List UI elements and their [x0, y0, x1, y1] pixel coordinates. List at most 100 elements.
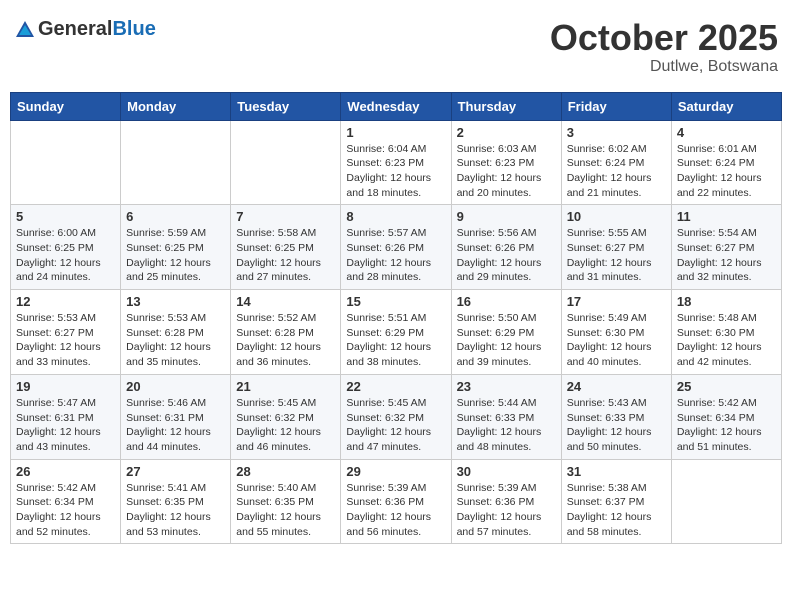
calendar-cell: 28 Sunrise: 5:40 AMSunset: 6:35 PMDayligh…: [231, 459, 341, 544]
day-number: 27: [126, 464, 225, 479]
calendar-cell: 14 Sunrise: 5:52 AMSunset: 6:28 PMDayligh…: [231, 290, 341, 375]
calendar-cell: 2 Sunrise: 6:03 AMSunset: 6:23 PMDaylight…: [451, 120, 561, 205]
calendar-cell: 1Sunrise: 6:04 AMSunset: 6:23 PMDaylight…: [341, 120, 451, 205]
day-info: Sunrise: 5:41 AMSunset: 6:35 PMDaylight:…: [126, 481, 225, 540]
calendar-cell: 25 Sunrise: 5:42 AMSunset: 6:34 PMDayligh…: [671, 374, 781, 459]
calendar-cell: 6 Sunrise: 5:59 AMSunset: 6:25 PMDaylight…: [121, 205, 231, 290]
calendar-cell: 3 Sunrise: 6:02 AMSunset: 6:24 PMDaylight…: [561, 120, 671, 205]
day-number: 21: [236, 379, 335, 394]
calendar-cell: 30 Sunrise: 5:39 AMSunset: 6:36 PMDayligh…: [451, 459, 561, 544]
day-info: Sunrise: 5:58 AMSunset: 6:25 PMDaylight:…: [236, 226, 335, 285]
day-number: 14: [236, 294, 335, 309]
day-info: Sunrise: 6:03 AMSunset: 6:23 PMDaylight:…: [457, 142, 556, 201]
day-info: Sunrise: 5:47 AMSunset: 6:31 PMDaylight:…: [16, 396, 115, 455]
day-number: 16: [457, 294, 556, 309]
calendar-cell: 19Sunrise: 5:47 AMSunset: 6:31 PMDayligh…: [11, 374, 121, 459]
day-number: 23: [457, 379, 556, 394]
day-info: Sunrise: 5:40 AMSunset: 6:35 PMDaylight:…: [236, 481, 335, 540]
page-header: GeneralBlue October 2025 Dutlwe, Botswan…: [10, 10, 782, 84]
weekday-header-tuesday: Tuesday: [231, 92, 341, 120]
calendar-cell: 13 Sunrise: 5:53 AMSunset: 6:28 PMDayligh…: [121, 290, 231, 375]
calendar-cell: 22 Sunrise: 5:45 AMSunset: 6:32 PMDayligh…: [341, 374, 451, 459]
day-number: 12: [16, 294, 115, 309]
calendar-cell: [671, 459, 781, 544]
logo-blue-text: Blue: [112, 18, 155, 41]
day-number: 18: [677, 294, 776, 309]
day-number: 2: [457, 125, 556, 140]
day-info: Sunrise: 6:02 AMSunset: 6:24 PMDaylight:…: [567, 142, 666, 201]
calendar-cell: [231, 120, 341, 205]
calendar-cell: 20 Sunrise: 5:46 AMSunset: 6:31 PMDayligh…: [121, 374, 231, 459]
calendar-cell: 11 Sunrise: 5:54 AMSunset: 6:27 PMDayligh…: [671, 205, 781, 290]
calendar-cell: [11, 120, 121, 205]
weekday-header-saturday: Saturday: [671, 92, 781, 120]
day-number: 24: [567, 379, 666, 394]
day-number: 30: [457, 464, 556, 479]
day-info: Sunrise: 5:49 AMSunset: 6:30 PMDaylight:…: [567, 311, 666, 370]
calendar-cell: 26Sunrise: 5:42 AMSunset: 6:34 PMDayligh…: [11, 459, 121, 544]
day-info: Sunrise: 5:39 AMSunset: 6:36 PMDaylight:…: [457, 481, 556, 540]
calendar-cell: 5Sunrise: 6:00 AMSunset: 6:25 PMDaylight…: [11, 205, 121, 290]
calendar-cell: 31 Sunrise: 5:38 AMSunset: 6:37 PMDayligh…: [561, 459, 671, 544]
calendar-cell: 29 Sunrise: 5:39 AMSunset: 6:36 PMDayligh…: [341, 459, 451, 544]
day-info: Sunrise: 5:50 AMSunset: 6:29 PMDaylight:…: [457, 311, 556, 370]
day-number: 17: [567, 294, 666, 309]
day-info: Sunrise: 5:57 AMSunset: 6:26 PMDaylight:…: [346, 226, 445, 285]
calendar-cell: 24Sunrise: 5:43 AMSunset: 6:33 PMDayligh…: [561, 374, 671, 459]
calendar-week-row: 19Sunrise: 5:47 AMSunset: 6:31 PMDayligh…: [11, 374, 782, 459]
calendar-cell: 21Sunrise: 5:45 AMSunset: 6:32 PMDayligh…: [231, 374, 341, 459]
weekday-header-row: SundayMondayTuesdayWednesdayThursdayFrid…: [11, 92, 782, 120]
day-number: 6: [126, 209, 225, 224]
calendar-table: SundayMondayTuesdayWednesdayThursdayFrid…: [10, 92, 782, 545]
calendar-cell: 7Sunrise: 5:58 AMSunset: 6:25 PMDaylight…: [231, 205, 341, 290]
calendar-cell: [121, 120, 231, 205]
day-number: 5: [16, 209, 115, 224]
day-info: Sunrise: 5:53 AMSunset: 6:27 PMDaylight:…: [16, 311, 115, 370]
logo: GeneralBlue: [14, 18, 156, 41]
weekday-header-wednesday: Wednesday: [341, 92, 451, 120]
day-number: 3: [567, 125, 666, 140]
day-number: 10: [567, 209, 666, 224]
day-info: Sunrise: 5:51 AMSunset: 6:29 PMDaylight:…: [346, 311, 445, 370]
calendar-cell: 8 Sunrise: 5:57 AMSunset: 6:26 PMDaylight…: [341, 205, 451, 290]
calendar-week-row: 26Sunrise: 5:42 AMSunset: 6:34 PMDayligh…: [11, 459, 782, 544]
weekday-header-friday: Friday: [561, 92, 671, 120]
calendar-week-row: 1Sunrise: 6:04 AMSunset: 6:23 PMDaylight…: [11, 120, 782, 205]
day-number: 28: [236, 464, 335, 479]
calendar-cell: 10 Sunrise: 5:55 AMSunset: 6:27 PMDayligh…: [561, 205, 671, 290]
day-info: Sunrise: 5:44 AMSunset: 6:33 PMDaylight:…: [457, 396, 556, 455]
title-block: October 2025 Dutlwe, Botswana: [550, 18, 778, 76]
day-info: Sunrise: 5:53 AMSunset: 6:28 PMDaylight:…: [126, 311, 225, 370]
day-number: 25: [677, 379, 776, 394]
day-info: Sunrise: 5:39 AMSunset: 6:36 PMDaylight:…: [346, 481, 445, 540]
day-number: 11: [677, 209, 776, 224]
day-info: Sunrise: 5:52 AMSunset: 6:28 PMDaylight:…: [236, 311, 335, 370]
day-info: Sunrise: 5:46 AMSunset: 6:31 PMDaylight:…: [126, 396, 225, 455]
calendar-cell: 12 Sunrise: 5:53 AMSunset: 6:27 PMDayligh…: [11, 290, 121, 375]
day-number: 26: [16, 464, 115, 479]
weekday-header-monday: Monday: [121, 92, 231, 120]
day-number: 13: [126, 294, 225, 309]
day-info: Sunrise: 5:38 AMSunset: 6:37 PMDaylight:…: [567, 481, 666, 540]
day-info: Sunrise: 5:42 AMSunset: 6:34 PMDaylight:…: [677, 396, 776, 455]
location: Dutlwe, Botswana: [550, 58, 778, 76]
day-info: Sunrise: 5:59 AMSunset: 6:25 PMDaylight:…: [126, 226, 225, 285]
day-number: 29: [346, 464, 445, 479]
day-info: Sunrise: 5:45 AMSunset: 6:32 PMDaylight:…: [346, 396, 445, 455]
calendar-cell: 27 Sunrise: 5:41 AMSunset: 6:35 PMDayligh…: [121, 459, 231, 544]
weekday-header-thursday: Thursday: [451, 92, 561, 120]
calendar-week-row: 5Sunrise: 6:00 AMSunset: 6:25 PMDaylight…: [11, 205, 782, 290]
day-number: 22: [346, 379, 445, 394]
day-number: 20: [126, 379, 225, 394]
day-number: 31: [567, 464, 666, 479]
day-info: Sunrise: 5:54 AMSunset: 6:27 PMDaylight:…: [677, 226, 776, 285]
day-number: 8: [346, 209, 445, 224]
day-info: Sunrise: 5:55 AMSunset: 6:27 PMDaylight:…: [567, 226, 666, 285]
calendar-week-row: 12 Sunrise: 5:53 AMSunset: 6:27 PMDayligh…: [11, 290, 782, 375]
calendar-cell: 23 Sunrise: 5:44 AMSunset: 6:33 PMDayligh…: [451, 374, 561, 459]
day-number: 1: [346, 125, 445, 140]
day-number: 15: [346, 294, 445, 309]
calendar-cell: 15 Sunrise: 5:51 AMSunset: 6:29 PMDayligh…: [341, 290, 451, 375]
calendar-cell: 18Sunrise: 5:48 AMSunset: 6:30 PMDayligh…: [671, 290, 781, 375]
day-number: 4: [677, 125, 776, 140]
